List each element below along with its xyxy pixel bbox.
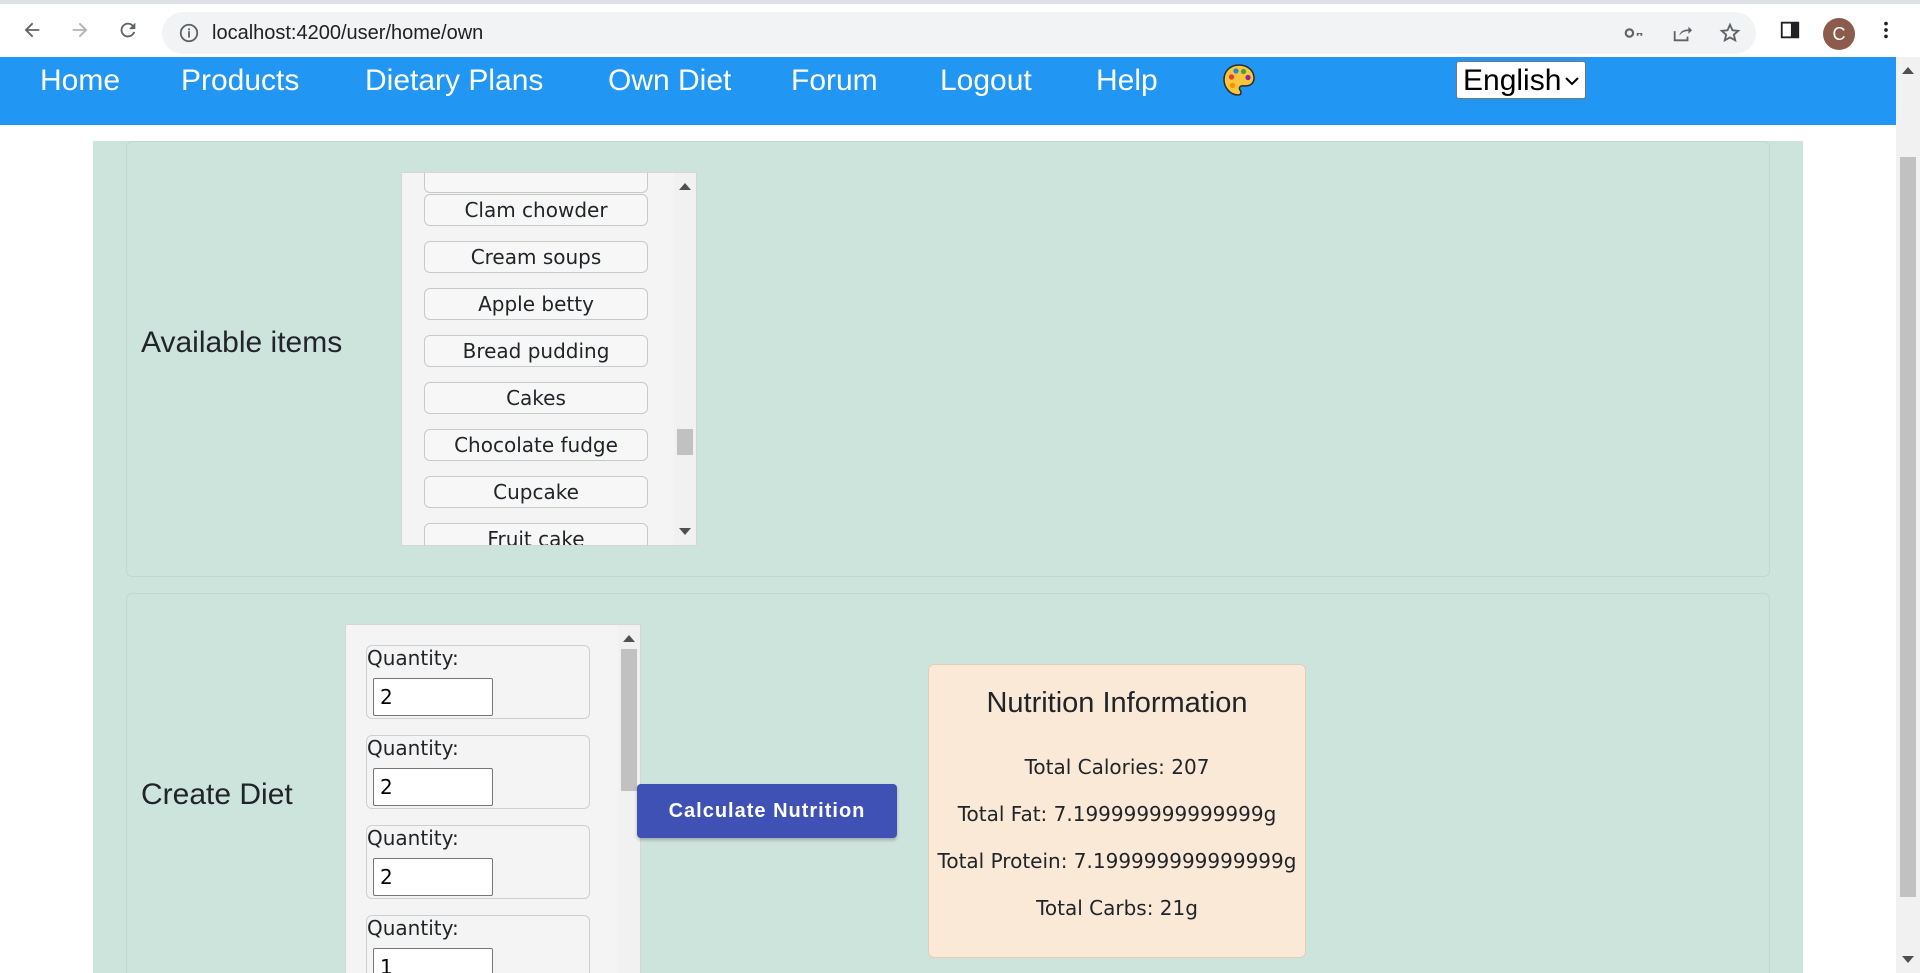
food-item-partial[interactable] <box>424 173 648 193</box>
nav-home[interactable]: Home <box>40 57 120 105</box>
food-item[interactable]: Cream soups <box>424 241 648 273</box>
page-scrollbar-thumb[interactable] <box>1900 157 1916 897</box>
diet-items-list[interactable]: Quantity: 2 Quantity: 2 Quantity: 2 Quan… <box>345 624 641 973</box>
food-item[interactable]: Apple betty <box>424 288 648 320</box>
available-items-title: Available items <box>141 326 343 359</box>
page-viewport: Home Products Dietary Plans Own Diet For… <box>0 57 1896 973</box>
quantity-input[interactable]: 2 <box>373 678 493 716</box>
forward-arrow-icon[interactable] <box>68 18 92 42</box>
profile-avatar[interactable]: C <box>1823 18 1855 50</box>
nav-help[interactable]: Help <box>1096 57 1158 105</box>
nav-products[interactable]: Products <box>181 57 299 105</box>
nav-dietary-plans[interactable]: Dietary Plans <box>365 57 543 105</box>
site-info-icon[interactable] <box>178 22 200 48</box>
total-calories: Total Calories: 207 <box>1024 755 1210 779</box>
food-item[interactable]: Clam chowder <box>424 194 648 226</box>
food-item[interactable]: Cupcake <box>424 476 648 508</box>
total-fat: Total Fat: 7.199999999999999g <box>957 802 1277 826</box>
scroll-up-arrow-icon[interactable] <box>623 635 635 642</box>
page-scrollbar[interactable] <box>1896 57 1920 973</box>
calculate-nutrition-button[interactable]: Calculate Nutrition <box>637 784 897 838</box>
create-diet-card: Create Diet Quantity: 2 Quantity: 2 Quan… <box>126 593 1770 973</box>
page-scroll-down-arrow-icon[interactable] <box>1902 956 1914 963</box>
language-value: English <box>1463 64 1562 97</box>
diet-item: Quantity: 2 <box>366 825 590 899</box>
diet-item: Quantity: 1 <box>366 915 590 973</box>
language-select[interactable]: English <box>1456 61 1586 99</box>
diet-item: Quantity: 2 <box>366 645 590 719</box>
food-item[interactable]: Cakes <box>424 382 648 414</box>
key-icon[interactable] <box>1622 21 1646 45</box>
nav-logout[interactable]: Logout <box>940 57 1032 105</box>
create-diet-title: Create Diet <box>141 778 293 811</box>
share-icon[interactable] <box>1670 21 1694 45</box>
site-navbar: Home Products Dietary Plans Own Diet For… <box>0 57 1896 125</box>
kebab-menu-icon[interactable] <box>1874 18 1898 42</box>
food-item[interactable]: Fruit cake <box>424 523 648 545</box>
quantity-input[interactable]: 2 <box>373 858 493 896</box>
diet-item: Quantity: 2 <box>366 735 590 809</box>
url-text: localhost:4200/user/home/own <box>212 22 484 44</box>
available-items-card: Available items Clam chowder Cream soups… <box>126 141 1770 577</box>
bookmark-star-icon[interactable] <box>1718 21 1742 45</box>
quantity-label: Quantity: <box>367 826 459 850</box>
side-panel-icon[interactable] <box>1778 18 1802 42</box>
nutrition-info-card: Nutrition Information Total Calories: 20… <box>928 664 1306 958</box>
total-protein: Total Protein: 7.199999999999999g <box>937 849 1297 873</box>
nav-forum[interactable]: Forum <box>791 57 878 105</box>
page-scroll-up-arrow-icon[interactable] <box>1902 67 1914 74</box>
quantity-input[interactable]: 1 <box>373 948 493 973</box>
total-carbs: Total Carbs: 21g <box>1036 896 1198 920</box>
available-list-scrollbar[interactable] <box>674 173 696 545</box>
reload-icon[interactable] <box>116 18 140 42</box>
quantity-label: Quantity: <box>367 916 459 940</box>
quantity-input[interactable]: 2 <box>373 768 493 806</box>
address-bar[interactable]: localhost:4200/user/home/own <box>162 12 1756 54</box>
scrollbar-thumb[interactable] <box>621 649 637 791</box>
back-arrow-icon[interactable] <box>20 18 44 42</box>
scrollbar-thumb[interactable] <box>677 429 693 455</box>
scroll-up-arrow-icon[interactable] <box>679 183 691 190</box>
quantity-label: Quantity: <box>367 736 459 760</box>
quantity-label: Quantity: <box>367 646 459 670</box>
palette-theme-icon[interactable] <box>1222 63 1256 97</box>
own-diet-container: Available items Clam chowder Cream soups… <box>93 141 1803 973</box>
food-item[interactable]: Chocolate fudge <box>424 429 648 461</box>
available-items-list[interactable]: Clam chowder Cream soups Apple betty Bre… <box>401 172 697 546</box>
food-item[interactable]: Bread pudding <box>424 335 648 367</box>
nav-own-diet[interactable]: Own Diet <box>608 57 731 105</box>
chevron-down-icon <box>1565 77 1579 86</box>
browser-toolbar: localhost:4200/user/home/own C <box>0 0 1920 57</box>
scroll-down-arrow-icon[interactable] <box>679 528 691 535</box>
nutrition-info-title: Nutrition Information <box>986 687 1248 719</box>
